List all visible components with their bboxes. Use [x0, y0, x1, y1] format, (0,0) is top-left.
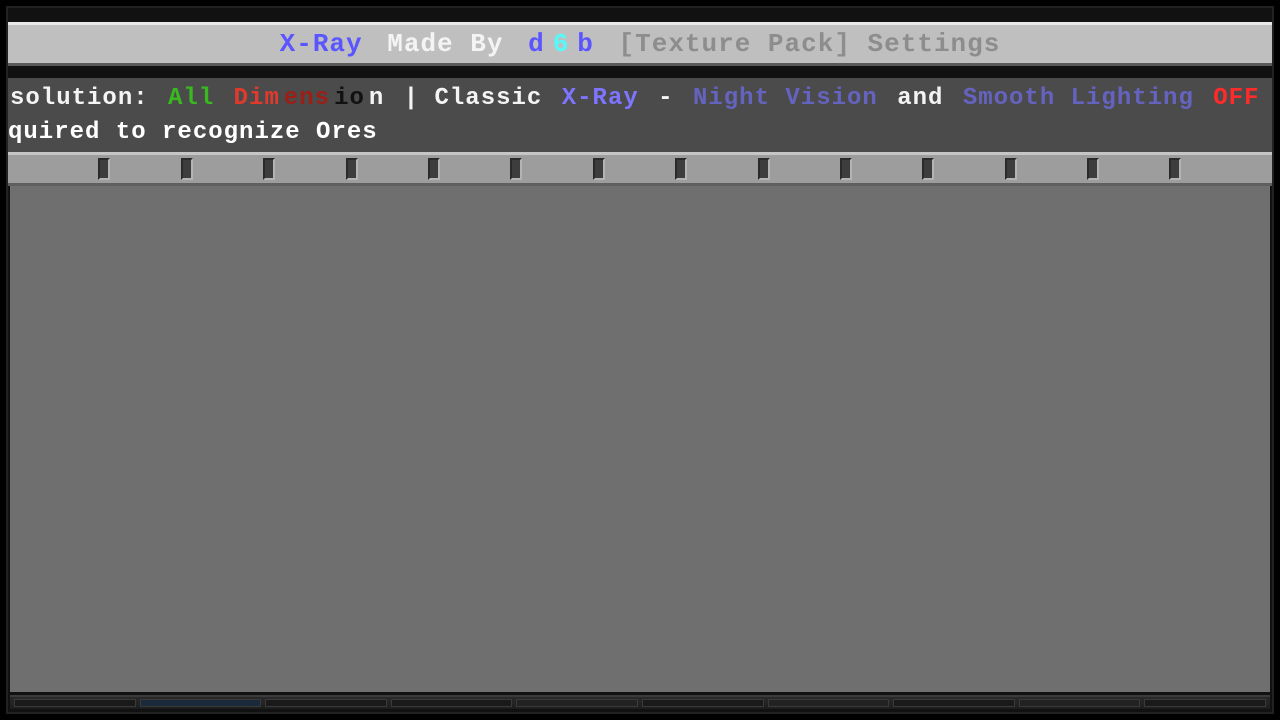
subtitle-token: n	[367, 85, 386, 112]
subtitle-token: OFF	[1196, 85, 1262, 112]
subtitle-line-2: quired to recognize Ores	[8, 116, 1272, 150]
slider-tick[interactable]	[922, 158, 934, 180]
toolbar-segment	[140, 699, 262, 707]
title-bar: X-Ray Made By d6b [Texture Pack] Setting…	[8, 22, 1272, 66]
bottom-toolbar	[10, 695, 1270, 709]
subtitle-token: Night Vision	[691, 85, 880, 112]
toolbar-segment	[14, 699, 136, 707]
slider-tick[interactable]	[1087, 158, 1099, 180]
slider-tick[interactable]	[98, 158, 110, 180]
slider-tick[interactable]	[1169, 158, 1181, 180]
slider-tick[interactable]	[593, 158, 605, 180]
subtitle-token: All	[166, 85, 232, 112]
subtitle-token: solution:	[8, 85, 166, 112]
toolbar-segment	[1144, 699, 1266, 707]
subtitle-token: -	[641, 85, 691, 112]
title-token: 6	[549, 29, 574, 59]
slider-track[interactable]	[8, 152, 1272, 186]
slider-tick[interactable]	[181, 158, 193, 180]
slider-tick[interactable]	[346, 158, 358, 180]
toolbar-segment	[391, 699, 513, 707]
slider-tick[interactable]	[263, 158, 275, 180]
title-token: [Texture Pack] Settings	[598, 29, 1004, 59]
toolbar-segment	[893, 699, 1015, 707]
toolbar-segment	[642, 699, 764, 707]
title-token: d	[524, 29, 549, 59]
title-token: X-Ray	[276, 29, 367, 59]
title-token: Made By	[367, 29, 524, 59]
subtitle-token: and	[880, 85, 961, 112]
slider-tick[interactable]	[510, 158, 522, 180]
toolbar-segment	[1019, 699, 1141, 707]
toolbar-segment	[516, 699, 638, 707]
title-token: b	[573, 29, 598, 59]
toolbar-segment	[265, 699, 387, 707]
subtitle-token: Dim	[232, 85, 282, 112]
slider-tick[interactable]	[428, 158, 440, 180]
toolbar-segment	[768, 699, 890, 707]
subtitle-token: Smooth Lighting	[961, 85, 1196, 112]
subtitle-token: ens	[282, 85, 332, 112]
slider-tick[interactable]	[840, 158, 852, 180]
slider-tick[interactable]	[758, 158, 770, 180]
slider-tick[interactable]	[1005, 158, 1017, 180]
subtitle-token: io	[332, 85, 367, 112]
subtitle-token: | Classic	[386, 85, 559, 112]
subtitle-line-1: solution: All Dimension | Classic X-Ray …	[8, 82, 1272, 116]
window-frame: X-Ray Made By d6b [Texture Pack] Setting…	[6, 6, 1274, 714]
subtitle-token: X-Ray	[560, 85, 641, 112]
subtitle-panel: solution: All Dimension | Classic X-Ray …	[8, 78, 1272, 152]
title-text: X-Ray Made By d6b [Texture Pack] Setting…	[276, 29, 1005, 59]
content-area	[10, 186, 1270, 692]
slider-tick[interactable]	[675, 158, 687, 180]
